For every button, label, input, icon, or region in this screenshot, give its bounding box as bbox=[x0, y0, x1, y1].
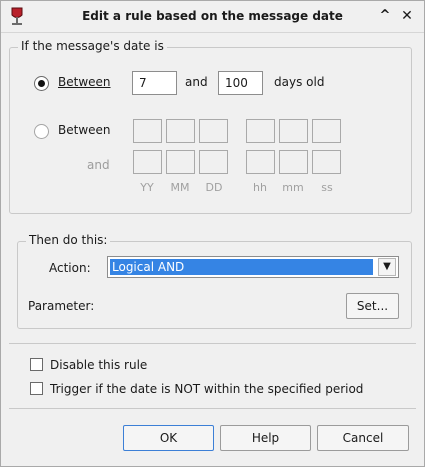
unit-label-yy: YY bbox=[140, 181, 154, 194]
close-button[interactable]: ✕ bbox=[398, 7, 416, 25]
shade-button[interactable]: ^ bbox=[376, 7, 394, 25]
disable-rule-checkbox[interactable] bbox=[30, 358, 43, 371]
title-bar: Edit a rule based on the message date ^ … bbox=[1, 1, 424, 33]
chevron-down-icon[interactable]: ▼ bbox=[378, 258, 396, 276]
unit-label-hh: hh bbox=[253, 181, 267, 194]
to-minute-field[interactable] bbox=[279, 150, 308, 174]
unit-label-dd: DD bbox=[205, 181, 223, 194]
dates-and-label: and bbox=[87, 158, 110, 172]
between-dates-radio[interactable] bbox=[34, 124, 49, 139]
trigger-outside-checkbox[interactable] bbox=[30, 382, 43, 395]
days-old-label: days old bbox=[274, 75, 325, 89]
to-hour-field[interactable] bbox=[246, 150, 275, 174]
to-year-field[interactable] bbox=[133, 150, 162, 174]
action-select-value: Logical AND bbox=[110, 259, 373, 275]
action-select[interactable]: Logical AND ▼ bbox=[107, 256, 399, 278]
trigger-outside-label[interactable]: Trigger if the date is NOT within the sp… bbox=[50, 382, 363, 396]
separator-top bbox=[9, 343, 416, 344]
unit-label-min: mm bbox=[282, 181, 304, 194]
cancel-button[interactable]: Cancel bbox=[317, 425, 409, 451]
from-second-field[interactable] bbox=[312, 119, 341, 143]
between-dates-label[interactable]: Between bbox=[58, 123, 111, 137]
unit-label-mm: MM bbox=[170, 181, 190, 194]
parameter-label: Parameter: bbox=[28, 299, 95, 313]
to-month-field[interactable] bbox=[166, 150, 195, 174]
disable-rule-label[interactable]: Disable this rule bbox=[50, 358, 147, 372]
days-and-label: and bbox=[185, 75, 208, 89]
unit-label-ss: ss bbox=[321, 181, 333, 194]
from-minute-field[interactable] bbox=[279, 119, 308, 143]
from-hour-field[interactable] bbox=[246, 119, 275, 143]
between-days-radio[interactable] bbox=[34, 76, 49, 91]
between-days-label[interactable]: Between bbox=[58, 75, 111, 89]
date-group-legend: If the message's date is bbox=[18, 39, 167, 53]
days-to-input[interactable]: 100 bbox=[218, 71, 263, 95]
dialog-window: Edit a rule based on the message date ^ … bbox=[0, 0, 425, 467]
to-day-field[interactable] bbox=[199, 150, 228, 174]
from-month-field[interactable] bbox=[166, 119, 195, 143]
ok-button[interactable]: OK bbox=[123, 425, 214, 451]
separator-bottom bbox=[9, 408, 416, 409]
action-label: Action: bbox=[49, 261, 91, 275]
help-button[interactable]: Help bbox=[220, 425, 311, 451]
dialog-title: Edit a rule based on the message date bbox=[82, 9, 343, 23]
days-from-input[interactable]: 7 bbox=[132, 71, 177, 95]
action-group-legend: Then do this: bbox=[26, 233, 111, 247]
from-year-field[interactable] bbox=[133, 119, 162, 143]
to-second-field[interactable] bbox=[312, 150, 341, 174]
from-day-field[interactable] bbox=[199, 119, 228, 143]
set-parameter-button[interactable]: Set... bbox=[346, 293, 399, 319]
